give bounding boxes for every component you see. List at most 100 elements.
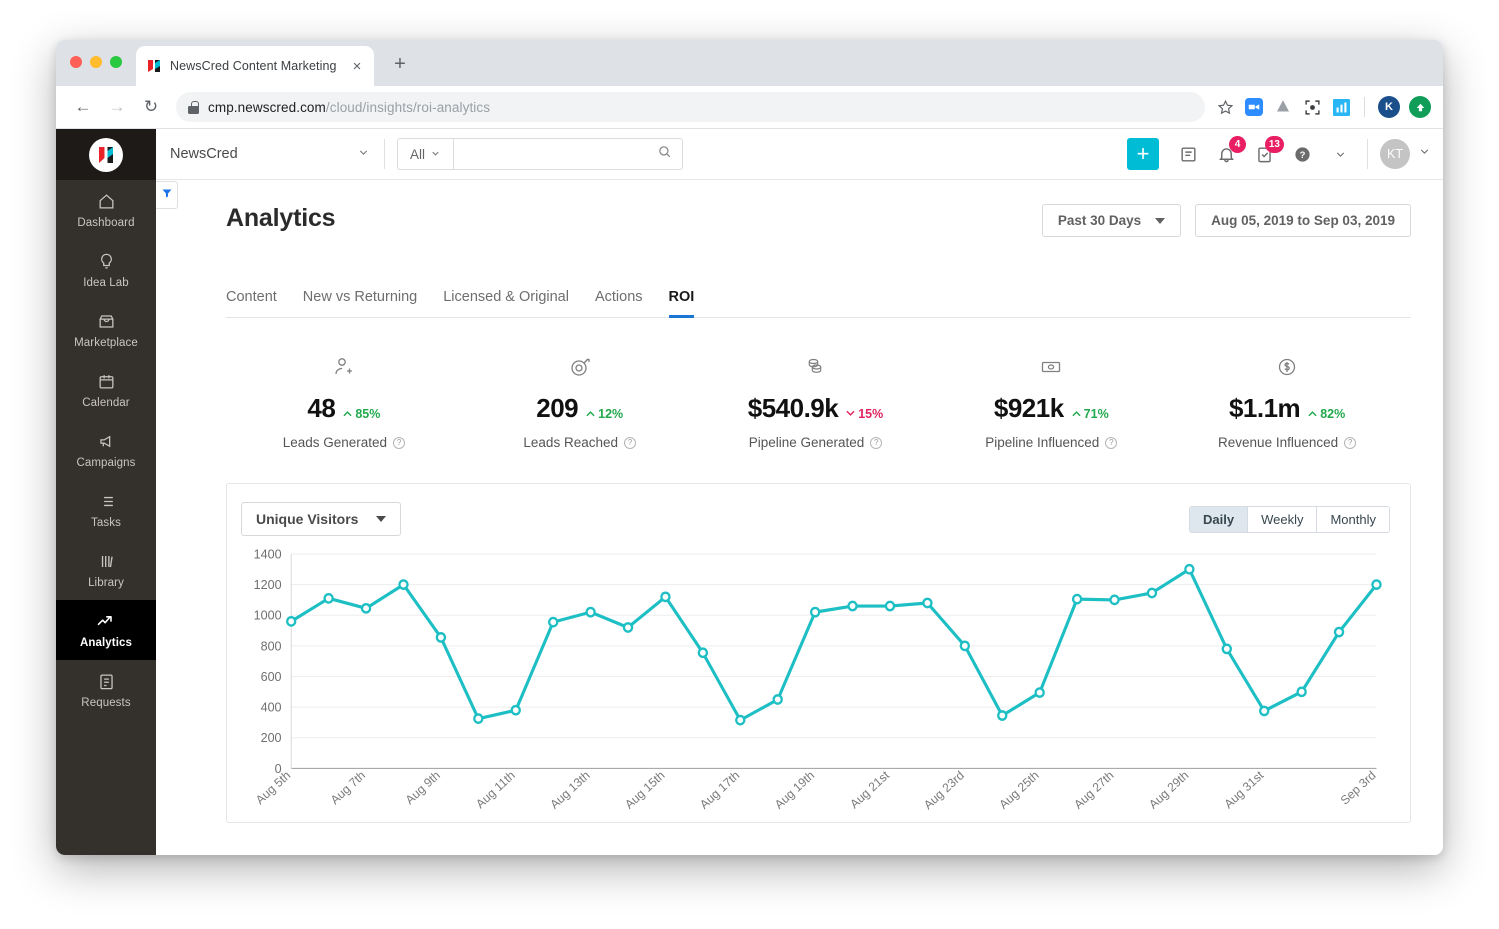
date-range-display[interactable]: Aug 05, 2019 to Sep 03, 2019 (1195, 204, 1411, 237)
sidebar-label: Library (88, 576, 124, 589)
kpi-delta-value: 71% (1083, 406, 1109, 421)
kpi-delta: 12% (586, 407, 623, 421)
kpi-value-row: 48 85% (307, 393, 380, 424)
notifications-bell-icon[interactable]: 4 (1215, 136, 1246, 165)
kpi-label-row: Pipeline Generated ? (749, 435, 883, 450)
kpi-leads-generated: 48 85% Leads Generated ? (226, 352, 462, 450)
address-bar[interactable]: cmp.newscred.com/cloud/insights/roi-anal… (176, 92, 1205, 122)
back-button[interactable]: ← (68, 92, 98, 122)
kpi-label: Leads Generated (282, 435, 388, 450)
storefront-icon (97, 312, 116, 331)
chevron-down-icon (430, 147, 441, 162)
lightbulb-icon (97, 252, 116, 271)
tab-new-vs-returning[interactable]: New vs Returning (303, 289, 417, 318)
address-bar-url: cmp.newscred.com/cloud/insights/roi-anal… (208, 100, 490, 115)
kpi-value: $921k (993, 393, 1064, 423)
sidebar-label: Campaigns (76, 456, 136, 469)
zoom-video-extension-icon[interactable] (1244, 97, 1264, 117)
metric-selector[interactable]: Unique Visitors (241, 502, 402, 536)
user-menu[interactable]: KT (1380, 139, 1431, 169)
logo-mark-icon (89, 137, 123, 172)
info-tooltip-icon[interactable]: ? (393, 436, 406, 449)
svg-text:600: 600 (261, 669, 282, 684)
org-selector[interactable]: NewsCred (170, 146, 384, 163)
browser-extensions: K (1215, 96, 1431, 118)
maximize-window-button[interactable] (110, 56, 122, 68)
info-tooltip-icon[interactable]: ? (870, 436, 883, 449)
svg-text:Aug 17th: Aug 17th (697, 768, 742, 812)
tasks-clipboard-icon[interactable]: 13 (1253, 136, 1284, 165)
svg-text:400: 400 (261, 699, 282, 714)
analytics-extension-icon[interactable] (1331, 97, 1351, 117)
reload-button[interactable]: ↻ (136, 92, 166, 122)
filter-funnel-icon (161, 186, 173, 204)
megaphone-icon (97, 432, 116, 451)
close-window-button[interactable] (70, 56, 82, 68)
date-range-label: Aug 05, 2019 to Sep 03, 2019 (1211, 213, 1395, 228)
search-field-wrap[interactable] (453, 138, 683, 170)
visitors-chart-card: Unique Visitors Daily Weekly Monthly 0 20… (226, 483, 1411, 823)
sidebar-item-calendar[interactable]: Calendar (56, 360, 156, 420)
minimize-window-button[interactable] (90, 56, 102, 68)
new-tab-button[interactable]: + (388, 54, 412, 74)
date-preset-select[interactable]: Past 30 Days (1041, 204, 1182, 237)
arrow-up-icon (586, 411, 595, 417)
svg-text:Aug 19th: Aug 19th (772, 768, 817, 812)
granularity-weekly[interactable]: Weekly (1248, 506, 1318, 532)
filter-panel-toggle[interactable] (156, 181, 178, 209)
sidebar-item-requests[interactable]: Requests (56, 660, 156, 720)
line-chart[interactable]: 0 200 400 600 800 1000 1200 1400 Aug 5th Aug 7th A… (241, 546, 1390, 822)
kpi-value: 48 (307, 393, 336, 423)
sidebar-item-library[interactable]: Library (56, 540, 156, 600)
list-icon (97, 492, 116, 511)
info-tooltip-icon[interactable]: ? (623, 436, 636, 449)
chevron-down-icon (376, 516, 387, 522)
create-button[interactable]: + (1127, 138, 1159, 170)
bookmark-star-icon[interactable] (1215, 97, 1235, 117)
google-drive-extension-icon[interactable] (1273, 97, 1293, 117)
search-input[interactable] (464, 146, 657, 162)
browser-tab-title: NewsCred Content Marketing P (170, 59, 340, 73)
sidebar-item-idea-lab[interactable]: Idea Lab (56, 240, 156, 300)
screenshot-capture-extension-icon[interactable] (1302, 97, 1322, 117)
address-host: cmp.newscred.com (208, 99, 326, 115)
search-icon[interactable] (657, 144, 672, 164)
search-scope-label: All (409, 146, 425, 162)
granularity-daily[interactable]: Daily (1190, 506, 1249, 532)
tab-content[interactable]: Content (226, 289, 277, 318)
info-tooltip-icon[interactable]: ? (1344, 436, 1357, 449)
forward-button[interactable]: → (102, 92, 132, 122)
granularity-monthly[interactable]: Monthly (1317, 506, 1389, 532)
close-icon[interactable]: × (348, 58, 366, 75)
svg-text:?: ? (1299, 150, 1305, 161)
arrow-up-icon (1072, 411, 1081, 417)
tab-roi[interactable]: ROI (668, 289, 695, 318)
help-icon[interactable]: ? (1291, 143, 1313, 165)
kpi-row: 48 85% Leads Generated ? 209 12% Leads R… (226, 352, 1411, 450)
coins-icon (803, 352, 827, 382)
update-browser-icon[interactable] (1409, 96, 1431, 118)
kpi-delta-value: 82% (1320, 406, 1346, 421)
feed-icon[interactable] (1177, 143, 1199, 165)
svg-text:Aug 27th: Aug 27th (1071, 768, 1116, 812)
sidebar-item-dashboard[interactable]: Dashboard (56, 180, 156, 240)
search-scope-selector[interactable]: All (397, 138, 453, 170)
help-menu-chevron-icon[interactable] (1329, 143, 1351, 165)
browser-profile-avatar[interactable]: K (1378, 96, 1400, 118)
sidebar-item-campaigns[interactable]: Campaigns (56, 420, 156, 480)
kpi-value: 209 (536, 393, 579, 423)
sidebar-item-tasks[interactable]: Tasks (56, 480, 156, 540)
kpi-label-row: Leads Reached ? (523, 435, 636, 450)
kpi-leads-reached: 209 12% Leads Reached ? (462, 352, 698, 450)
newscred-logo[interactable] (56, 129, 156, 180)
tab-actions[interactable]: Actions (595, 289, 643, 318)
sidebar-label: Idea Lab (83, 276, 129, 289)
sidebar-item-marketplace[interactable]: Marketplace (56, 300, 156, 360)
info-tooltip-icon[interactable]: ? (1105, 436, 1118, 449)
sidebar-item-analytics[interactable]: Analytics (56, 600, 156, 660)
tab-licensed-and-original[interactable]: Licensed & Original (443, 289, 569, 318)
browser-tab[interactable]: NewsCred Content Marketing P × (136, 46, 374, 86)
svg-text:Aug 21st: Aug 21st (847, 768, 892, 812)
svg-text:Aug 5th: Aug 5th (253, 768, 293, 807)
svg-text:Sep 3rd: Sep 3rd (1338, 768, 1379, 808)
